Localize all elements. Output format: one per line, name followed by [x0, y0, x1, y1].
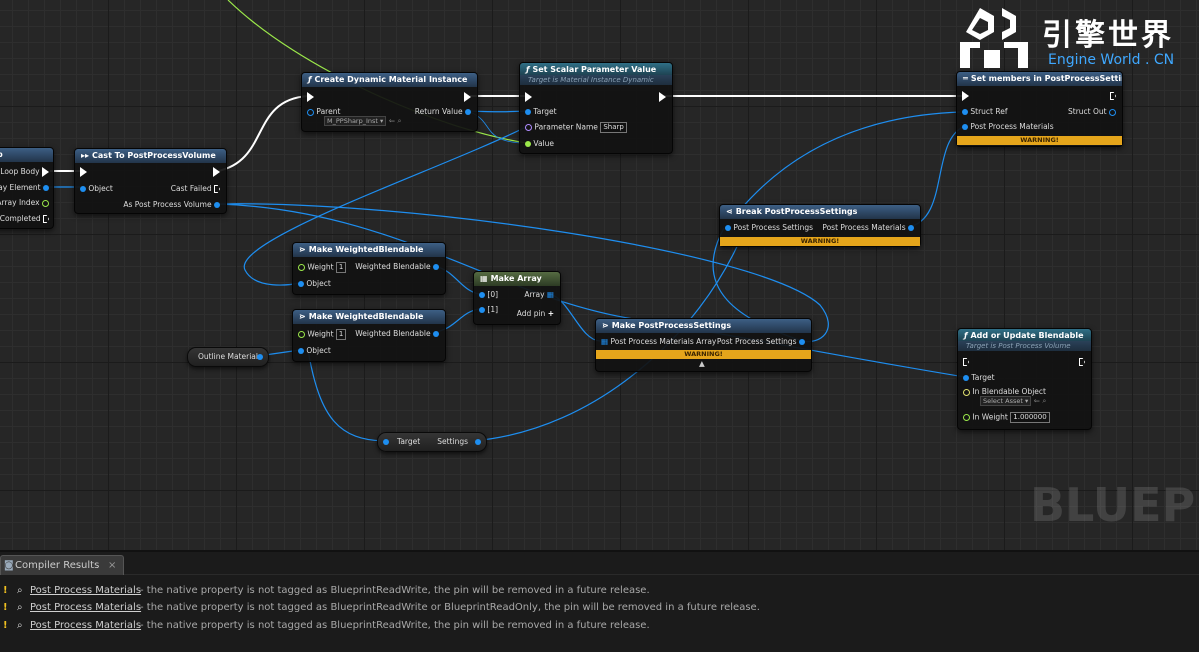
in-weight-field[interactable]: 1.000000	[1010, 412, 1050, 423]
make-struct-icon: ⋗	[299, 312, 306, 321]
sm-exec-out-pin[interactable]	[1110, 91, 1116, 101]
aub-exec-in-pin[interactable]	[963, 357, 969, 367]
cast-object-pin[interactable]: Object	[80, 184, 113, 194]
array-index-pin[interactable]: Array Index	[0, 198, 49, 208]
compiler-results-icon: ◙	[4, 560, 14, 571]
array-icon: ▦	[480, 274, 488, 283]
aub-target-pin[interactable]: Target	[963, 373, 995, 383]
weighted-blendable-out-pin[interactable]: Weighted Blendable	[355, 262, 439, 272]
warning-icon: !	[3, 602, 8, 613]
object-wire	[307, 349, 386, 442]
break-icon: ⋖	[726, 207, 733, 216]
tab-close-icon[interactable]: ×	[108, 556, 116, 575]
weight-pin[interactable]: Weight 1	[298, 262, 347, 273]
value-pin[interactable]: Value	[525, 139, 554, 149]
warning-banner: WARNING!	[596, 350, 811, 359]
ssp-exec-in-pin[interactable]	[525, 92, 532, 102]
parameter-name-field[interactable]: Sharp	[600, 122, 627, 133]
target-in-pin[interactable]	[383, 439, 389, 445]
cast-exec-in-pin[interactable]	[80, 167, 87, 177]
as-post-process-volume-pin[interactable]: As Post Process Volume	[123, 200, 220, 210]
array-in-0-pin[interactable]: [0]	[479, 290, 498, 300]
outline-material-variable[interactable]: Outline Material	[187, 347, 269, 367]
weighted-blendable-out-pin[interactable]: Weighted Blendable	[355, 329, 439, 339]
blueprint-watermark: BLUEPR	[1030, 478, 1199, 532]
node-subtitle: Target is Material Instance Dynamic	[520, 75, 672, 85]
dmi-exec-out-pin[interactable]	[464, 92, 471, 102]
return-value-pin[interactable]: Return Value	[415, 107, 471, 117]
weight-field[interactable]: 1	[335, 262, 347, 273]
object-wire	[739, 111, 961, 211]
function-icon: ƒ	[308, 75, 312, 84]
node-header: p	[0, 148, 53, 162]
array-in-1-pin[interactable]: [1]	[479, 305, 498, 315]
find-icon[interactable]: ⌕	[17, 618, 23, 634]
make-pps-in-pin[interactable]: ▦ Post Process Materials Array	[601, 337, 716, 347]
weight-pin[interactable]: Weight 1	[298, 329, 347, 340]
sm-exec-in-pin[interactable]	[962, 91, 969, 101]
panel-tab-bar: ◙ Compiler Results ×	[0, 552, 1199, 575]
message-link[interactable]: Post Process Materials	[30, 583, 141, 599]
logo-cn-text: 引擎世界	[1042, 18, 1174, 53]
struct-out-pin[interactable]: Struct Out	[1068, 107, 1116, 117]
break-out-pin[interactable]: Post Process Materials	[822, 223, 914, 233]
in-weight-pin[interactable]: In Weight 1.000000	[963, 412, 1050, 423]
message-link[interactable]: Post Process Materials	[30, 618, 141, 634]
parent-asset-dropdown[interactable]: M_PPSharp_Inst ▾ ⇐ ⌕	[324, 116, 402, 126]
for-each-loop-node[interactable]: p Loop Body ay Element Array Index Compl…	[0, 147, 54, 229]
struct-ref-pin[interactable]: Struct Ref	[962, 107, 1008, 117]
sm-post-process-materials-pin[interactable]: Post Process Materials	[962, 122, 1054, 132]
expand-arrow-icon[interactable]: ▲	[699, 359, 705, 369]
warning-banner: WARNING!	[720, 237, 920, 246]
array-element-pin[interactable]: ay Element	[0, 183, 49, 193]
completed-pin[interactable]: Completed	[0, 214, 49, 224]
set-members-postprocesssettings-node[interactable]: ═ Set members in PostProcessSettings Stru…	[956, 71, 1123, 147]
warning-icon: !	[3, 585, 8, 596]
warning-banner: WARNING!	[957, 136, 1122, 145]
variable-out-pin[interactable]	[257, 354, 263, 360]
make-array-node[interactable]: ▦ Make Array [0] Array ▦ [1] Add pin +	[473, 271, 561, 325]
target-settings-node[interactable]: Target Settings	[377, 432, 487, 452]
logo-en-text: Engine World . CN	[1048, 52, 1175, 68]
settings-out-pin[interactable]	[475, 439, 481, 445]
message-link[interactable]: Post Process Materials	[30, 600, 141, 616]
exec-wire	[217, 95, 309, 172]
break-in-pin[interactable]: Post Process Settings	[725, 223, 813, 233]
create-dynamic-material-instance-node[interactable]: ƒ Create Dynamic Material Instance Parent…	[301, 72, 478, 132]
struct-icon: ═	[963, 74, 968, 83]
make-postprocesssettings-node[interactable]: ⋗ Make PostProcessSettings ▦ Post Process…	[595, 318, 812, 372]
find-icon[interactable]: ⌕	[17, 583, 23, 599]
dmi-exec-in-pin[interactable]	[307, 92, 314, 102]
break-postprocesssettings-node[interactable]: ⋖ Break PostProcessSettings Post Process …	[719, 204, 921, 247]
engine-world-logo: 引擎世界 Engine World . CN	[958, 6, 1198, 72]
tab-compiler-results[interactable]: ◙ Compiler Results ×	[0, 555, 124, 575]
make-pps-out-pin[interactable]: Post Process Settings	[717, 337, 805, 347]
blueprint-graph[interactable]: p Loop Body ay Element Array Index Compl…	[0, 0, 1199, 550]
add-or-update-blendable-node[interactable]: ƒ Add or Update Blendable Target is Post …	[957, 328, 1092, 430]
select-asset-dropdown[interactable]: Select Asset ▾ ⇐ ⌕	[980, 396, 1047, 406]
make-struct-icon: ⋗	[602, 321, 609, 330]
compiler-results-panel: ◙ Compiler Results × ! ⌕ Post Process Ma…	[0, 550, 1199, 652]
set-scalar-parameter-value-node[interactable]: ƒ Set Scalar Parameter Value Target is Ma…	[519, 62, 673, 154]
array-out-pin[interactable]: Array ▦	[524, 290, 554, 300]
make-weightedblendable-node-1[interactable]: ⋗ Make WeightedBlendable Weight 1 Weighte…	[292, 242, 446, 295]
cast-to-postprocessvolume-node[interactable]: ▸▸ Cast To PostProcessVolume Object Cast …	[74, 148, 227, 214]
weight-field[interactable]: 1	[335, 329, 347, 340]
ssp-target-pin[interactable]: Target	[525, 107, 557, 117]
cast-failed-pin[interactable]: Cast Failed	[171, 184, 220, 194]
make-struct-icon: ⋗	[299, 245, 306, 254]
object-pin[interactable]: Object	[298, 279, 331, 289]
logo-icon	[960, 8, 1028, 68]
ssp-exec-out-pin[interactable]	[659, 92, 666, 102]
cast-icon: ▸▸	[81, 151, 90, 160]
add-pin-button[interactable]: Add pin +	[517, 309, 554, 319]
aub-exec-out-pin[interactable]	[1079, 357, 1085, 367]
loop-body-pin[interactable]: Loop Body	[0, 167, 49, 177]
find-icon[interactable]: ⌕	[17, 600, 23, 616]
warning-icon: !	[3, 620, 8, 631]
make-weightedblendable-node-2[interactable]: ⋗ Make WeightedBlendable Weight 1 Weighte…	[292, 309, 446, 362]
parameter-name-pin[interactable]: Parameter Name Sharp	[525, 122, 627, 133]
object-pin[interactable]: Object	[298, 346, 331, 356]
cast-exec-out-pin[interactable]	[213, 167, 220, 177]
